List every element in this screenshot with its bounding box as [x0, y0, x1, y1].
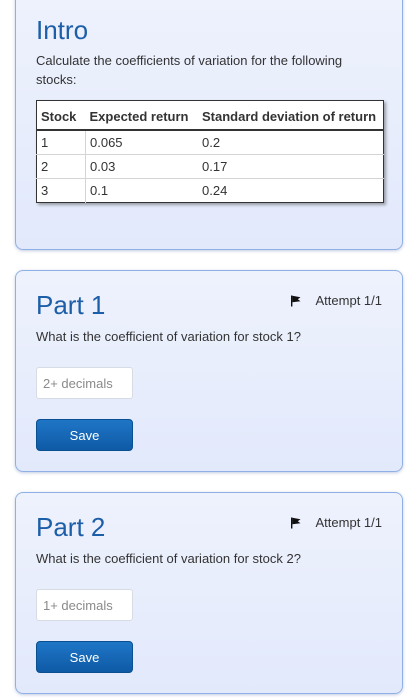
part-1-save-button[interactable]: Save	[36, 419, 133, 451]
table-cell-standard-deviation: 0.24	[198, 178, 384, 203]
part-2-answer-input[interactable]	[36, 589, 133, 621]
part-1-question: What is the coefficient of variation for…	[36, 329, 301, 344]
flag-icon[interactable]	[290, 517, 302, 529]
part-2-question: What is the coefficient of variation for…	[36, 551, 301, 566]
part-1-answer-input[interactable]	[36, 367, 133, 399]
table-cell-stock: 2	[36, 154, 86, 179]
intro-description: Calculate the coefficients of variation …	[36, 53, 343, 87]
table-cell-standard-deviation: 0.2	[202, 135, 221, 150]
table-cell-expected-return: 0.1	[85, 178, 198, 203]
table-cell-expected-return: 0.065	[90, 135, 123, 150]
intro-card: Intro Calculate the coefficients of vari…	[15, 0, 403, 250]
table-row: 2 0.03 0.17	[36, 154, 384, 179]
part-2-save-button[interactable]: Save	[36, 641, 133, 673]
attempt-counter: Attempt 1/1	[315, 515, 382, 530]
attempt-counter: Attempt 1/1	[315, 293, 382, 308]
column-header-stock: Stock	[36, 100, 86, 131]
part-2-attempt: Attempt 1/1	[290, 515, 382, 530]
intro-title: Intro	[36, 15, 89, 45]
table-row: 1 0.065 0.2	[36, 130, 384, 155]
table-cell-stock: 3	[36, 178, 86, 203]
table-row: 3 0.1 0.24	[36, 178, 384, 203]
table-cell-expected-return: 0.03	[85, 154, 198, 179]
table-header-row: Stock Expected return Standard deviation…	[36, 100, 384, 131]
table-cell-stock: 1	[36, 130, 86, 155]
flag-icon[interactable]	[290, 295, 302, 307]
column-header-expected-return: Expected return	[85, 100, 198, 131]
column-header-standard-deviation: Standard deviation of return	[198, 100, 384, 131]
stocks-table: Stock Expected return Standard deviation…	[36, 100, 384, 203]
part-1-title: Part 1	[36, 290, 106, 320]
part-1-card: Part 1 Attempt 1/1 What is the coefficie…	[15, 270, 403, 472]
table-cell-standard-deviation: 0.17	[198, 154, 384, 179]
part-2-title: Part 2	[36, 512, 106, 542]
part-1-attempt: Attempt 1/1	[290, 293, 382, 308]
part-2-card: Part 2 Attempt 1/1 What is the coefficie…	[15, 492, 403, 694]
